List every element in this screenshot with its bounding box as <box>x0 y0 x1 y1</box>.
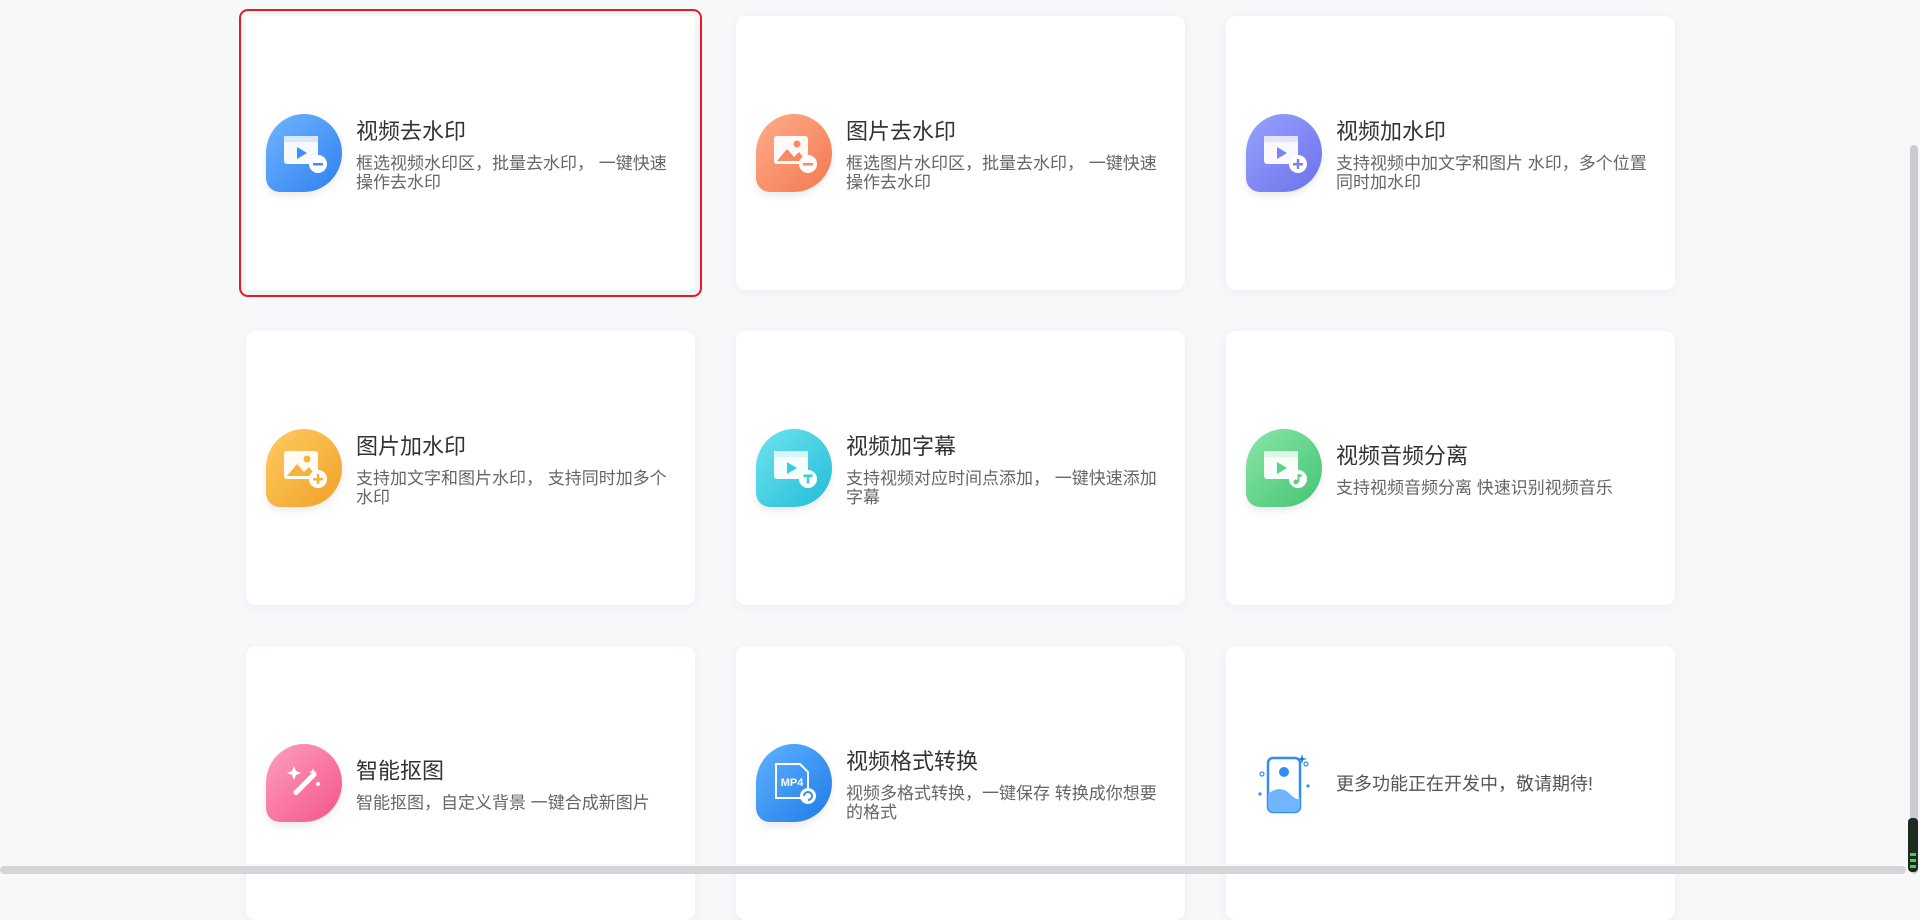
video-remove-watermark-icon <box>266 114 342 192</box>
feature-card-video-format-convert[interactable]: MP4 视频格式转换 视频多格式转换，一键保存 转换成你想要的格式 <box>736 646 1185 920</box>
feature-card-more-coming: 更多功能正在开发中，敬请期待! <box>1226 646 1675 920</box>
video-audio-separate-icon <box>1246 429 1322 507</box>
feature-card-video-remove-watermark[interactable]: 视频去水印 框选视频水印区，批量去水印， 一键快速操作去水印 <box>239 9 702 297</box>
feature-title: 视频音频分离 <box>1336 443 1469 469</box>
image-remove-watermark-icon <box>756 114 832 192</box>
horizontal-scrollbar-thumb[interactable] <box>0 866 1906 874</box>
feature-description: 支持视频音频分离 快速识别视频音乐 <box>1336 478 1613 498</box>
feature-description: 框选图片水印区，批量去水印， 一键快速操作去水印 <box>846 154 1157 192</box>
video-add-watermark-icon <box>1246 114 1322 192</box>
feature-description: 支持加文字和图片水印， 支持同时加多个水印 <box>356 469 667 507</box>
feature-title: 智能抠图 <box>356 758 445 784</box>
feature-title: 图片去水印 <box>846 119 957 144</box>
feature-title: 视频去水印 <box>356 119 467 144</box>
image-add-watermark-icon <box>266 429 342 507</box>
coming-soon-phone-icon <box>1246 744 1322 822</box>
feature-card-video-audio-separate[interactable]: 视频音频分离 支持视频音频分离 快速识别视频音乐 <box>1226 331 1675 605</box>
vertical-scrollbar-thumb[interactable] <box>1910 145 1918 874</box>
feature-description: 智能抠图，自定义背景 一键合成新图片 <box>356 793 650 813</box>
feature-card-image-add-watermark[interactable]: 图片加水印 支持加文字和图片水印， 支持同时加多个水印 <box>246 331 695 605</box>
vertical-scrollbar[interactable] <box>1906 0 1920 874</box>
horizontal-scrollbar[interactable] <box>0 864 1906 874</box>
mp4-badge: MP4 <box>781 777 805 789</box>
feature-card-image-remove-watermark[interactable]: 图片去水印 框选图片水印区，批量去水印， 一键快速操作去水印 <box>736 16 1185 290</box>
mp4-convert-icon: MP4 <box>756 744 832 822</box>
feature-description: 视频多格式转换，一键保存 转换成你想要的格式 <box>846 784 1157 822</box>
more-features-text: 更多功能正在开发中，敬请期待! <box>1336 774 1593 794</box>
corner-level-indicator <box>1908 818 1918 872</box>
feature-description: 支持视频中加文字和图片 水印，多个位置同时加水印 <box>1336 154 1647 192</box>
feature-title: 图片加水印 <box>356 434 467 459</box>
feature-card-video-add-watermark[interactable]: 视频加水印 支持视频中加文字和图片 水印，多个位置同时加水印 <box>1226 16 1675 290</box>
feature-card-smart-cutout[interactable]: 智能抠图 智能抠图，自定义背景 一键合成新图片 <box>246 646 695 920</box>
video-add-subtitle-icon <box>756 429 832 507</box>
magic-wand-icon <box>266 744 342 822</box>
feature-title: 视频格式转换 <box>846 749 979 774</box>
feature-description: 框选视频水印区，批量去水印， 一键快速操作去水印 <box>356 154 667 192</box>
feature-title: 视频加字幕 <box>846 434 957 459</box>
feature-title: 视频加水印 <box>1336 119 1447 144</box>
feature-description: 支持视频对应时间点添加， 一键快速添加字幕 <box>846 469 1157 507</box>
feature-card-video-add-subtitle[interactable]: 视频加字幕 支持视频对应时间点添加， 一键快速添加字幕 <box>736 331 1185 605</box>
